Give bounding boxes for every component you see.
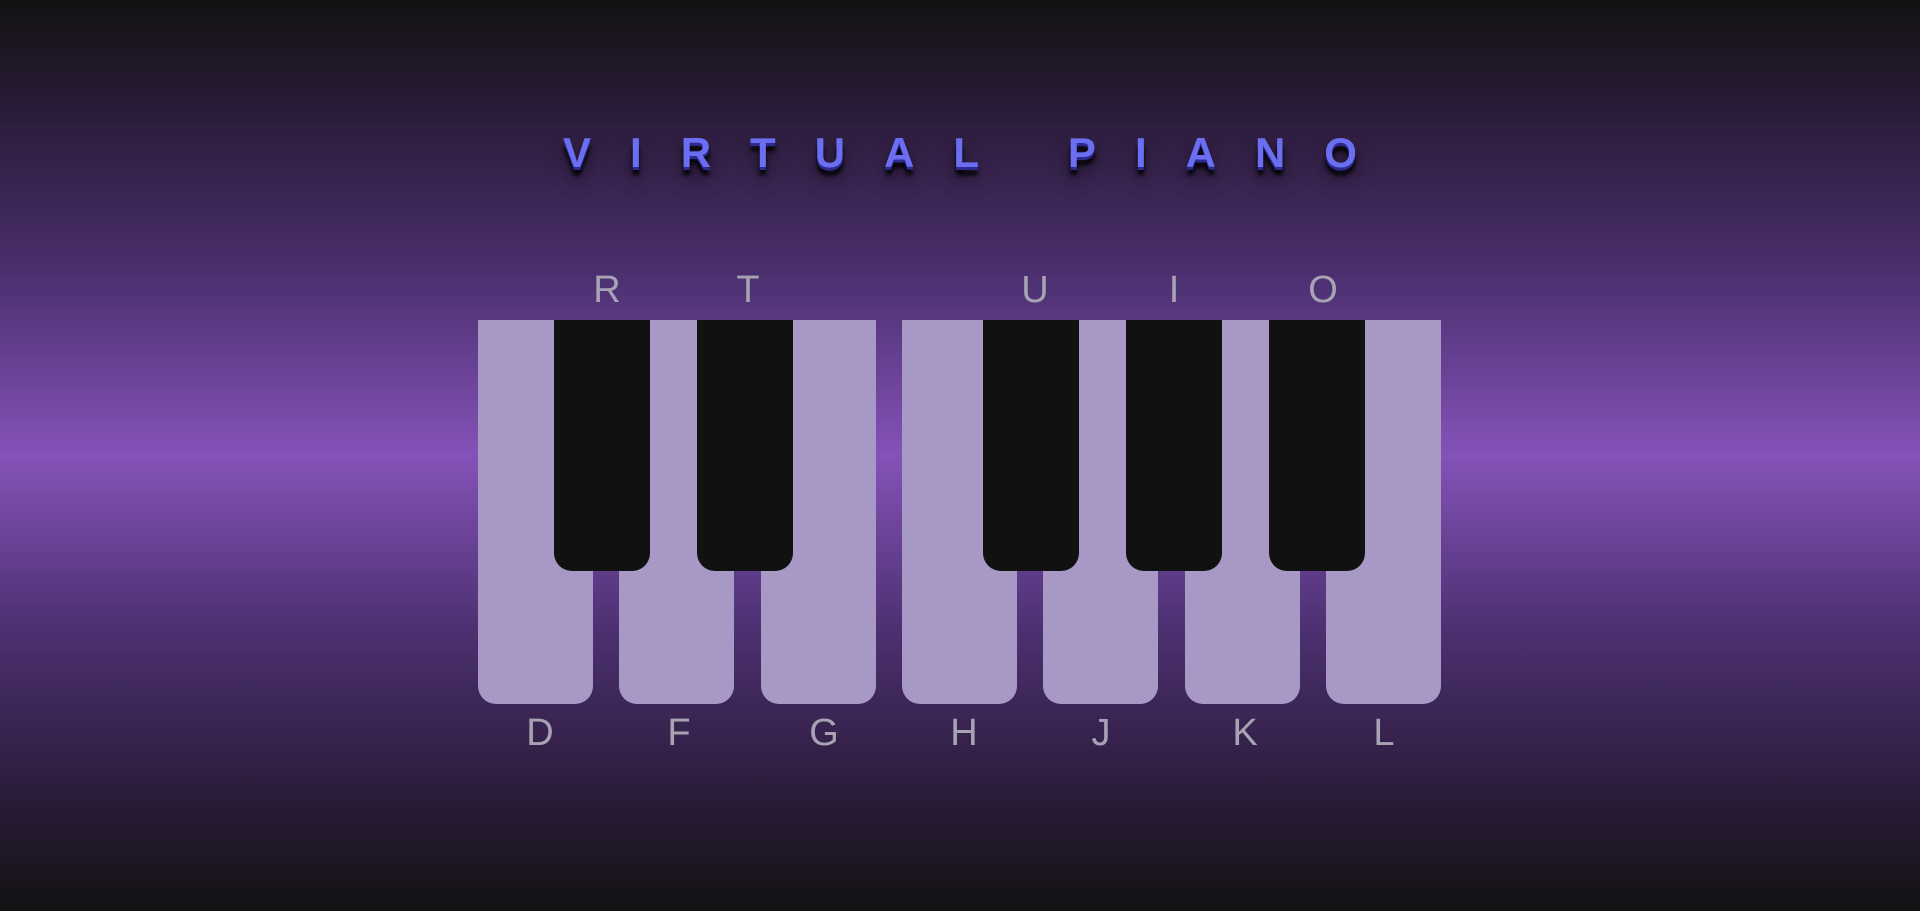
key-label-k: K: [1232, 712, 1258, 754]
black-key-r[interactable]: [554, 320, 650, 571]
key-label-g: G: [809, 712, 839, 754]
black-key-o[interactable]: [1269, 320, 1365, 571]
key-label-i: I: [1168, 269, 1180, 311]
key-label-u: U: [1021, 269, 1049, 311]
key-label-t: T: [736, 269, 760, 311]
key-label-h: H: [950, 712, 978, 754]
key-label-d: D: [526, 712, 554, 754]
black-key-i[interactable]: [1126, 320, 1222, 571]
black-key-t[interactable]: [697, 320, 793, 571]
key-label-j: J: [1091, 712, 1111, 754]
key-label-o: O: [1308, 269, 1338, 311]
key-label-l: L: [1373, 712, 1395, 754]
key-label-f: F: [667, 712, 691, 754]
key-label-r: R: [593, 269, 621, 311]
piano-keyboard: R T U I O D F G H J K L: [0, 0, 1920, 911]
black-key-u[interactable]: [983, 320, 1079, 571]
